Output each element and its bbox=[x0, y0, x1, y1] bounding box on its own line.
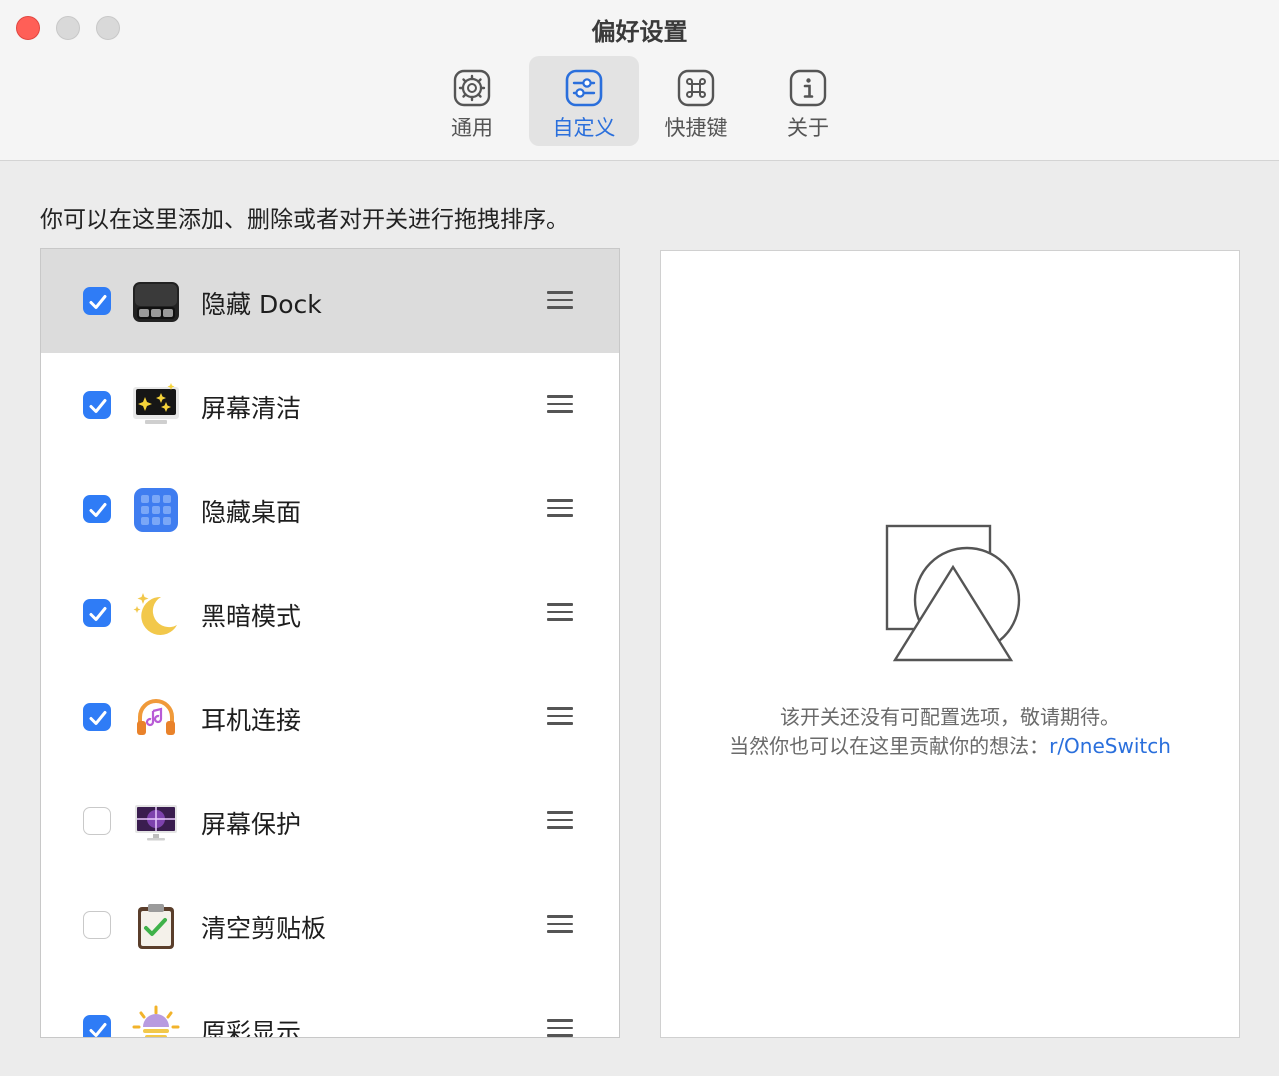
enable-checkbox[interactable] bbox=[83, 495, 111, 523]
switch-label: 隐藏 Dock bbox=[201, 290, 322, 319]
tab-general[interactable]: 通用 bbox=[417, 56, 527, 146]
detail-panel: 该开关还没有可配置选项，敬请期待。 当然你也可以在这里贡献你的想法：r/OneS… bbox=[660, 250, 1240, 1038]
command-icon bbox=[677, 69, 715, 107]
tab-customize[interactable]: 自定义 bbox=[529, 56, 639, 146]
enable-checkbox[interactable] bbox=[83, 911, 111, 939]
list-item[interactable]: 黑暗模式 bbox=[41, 561, 619, 665]
drag-handle-icon[interactable] bbox=[547, 603, 573, 623]
screen-clean-icon bbox=[133, 383, 179, 424]
tab-label: 通用 bbox=[451, 116, 493, 140]
drag-handle-icon[interactable] bbox=[547, 395, 573, 415]
switch-label: 屏幕保护 bbox=[201, 810, 302, 839]
detail-message-prefix: 当然你也可以在这里贡献你的想法： bbox=[729, 734, 1050, 758]
tab-label: 快捷键 bbox=[664, 116, 728, 140]
desktop-grid-icon bbox=[134, 488, 178, 532]
drag-handle-icon[interactable] bbox=[547, 291, 573, 311]
switch-label: 隐藏桌面 bbox=[201, 498, 302, 527]
detail-message: 该开关还没有可配置选项，敬请期待。 当然你也可以在这里贡献你的想法：r/OneS… bbox=[661, 703, 1239, 761]
list-item[interactable]: 原彩显示 bbox=[41, 977, 619, 1038]
drag-handle-icon[interactable] bbox=[547, 1019, 573, 1037]
drag-handle-icon[interactable] bbox=[547, 811, 573, 831]
list-item[interactable]: 隐藏 Dock bbox=[41, 249, 619, 353]
info-icon bbox=[789, 69, 827, 107]
enable-checkbox[interactable] bbox=[83, 599, 111, 627]
oneswitch-link[interactable]: r/OneSwitch bbox=[1049, 734, 1171, 758]
enable-checkbox[interactable] bbox=[83, 807, 111, 835]
screensaver-icon bbox=[135, 805, 177, 841]
drag-handle-icon[interactable] bbox=[547, 499, 573, 519]
list-item[interactable]: 隐藏桌面 bbox=[41, 457, 619, 561]
drag-handle-icon[interactable] bbox=[547, 915, 573, 935]
list-item[interactable]: 耳机连接 bbox=[41, 665, 619, 769]
window-title: 偏好设置 bbox=[591, 18, 688, 46]
enable-checkbox[interactable] bbox=[83, 391, 111, 419]
enable-checkbox[interactable] bbox=[83, 287, 111, 315]
list-item[interactable]: 清空剪贴板 bbox=[41, 873, 619, 977]
tab-shortcuts[interactable]: 快捷键 bbox=[641, 56, 751, 146]
list-item[interactable]: 屏幕清洁 bbox=[41, 353, 619, 457]
tab-label: 自定义 bbox=[552, 116, 616, 140]
switch-label: 屏幕清洁 bbox=[201, 394, 302, 423]
titlebar: 偏好设置 通用 自定义 快捷键 关于 bbox=[0, 0, 1279, 161]
tab-label: 关于 bbox=[787, 116, 829, 140]
switch-label: 黑暗模式 bbox=[201, 602, 302, 631]
dock-icon bbox=[133, 282, 179, 322]
shapes-placeholder-icon bbox=[885, 524, 1021, 662]
moon-icon bbox=[133, 593, 177, 635]
detail-message-line2: 当然你也可以在这里贡献你的想法：r/OneSwitch bbox=[661, 732, 1239, 761]
enable-checkbox[interactable] bbox=[83, 703, 111, 731]
drag-handle-icon[interactable] bbox=[547, 707, 573, 727]
switch-label: 耳机连接 bbox=[201, 706, 302, 735]
sliders-icon bbox=[565, 69, 603, 107]
gear-icon bbox=[453, 69, 491, 107]
detail-message-line1: 该开关还没有可配置选项，敬请期待。 bbox=[780, 705, 1120, 729]
headphones-icon bbox=[137, 699, 175, 735]
clipboard-icon bbox=[138, 904, 174, 949]
true-tone-icon bbox=[132, 1005, 180, 1037]
switch-label: 清空剪贴板 bbox=[201, 914, 327, 943]
tab-about[interactable]: 关于 bbox=[753, 56, 863, 146]
instruction-text: 你可以在这里添加、删除或者对开关进行拖拽排序。 bbox=[40, 207, 569, 233]
list-item[interactable]: 屏幕保护 bbox=[41, 769, 619, 873]
switch-list[interactable]: 隐藏 Dock 屏幕清洁 隐藏桌面 黑暗模式 耳机连接 屏幕保护 清空剪贴板 原… bbox=[40, 248, 620, 1038]
enable-checkbox[interactable] bbox=[83, 1015, 111, 1037]
switch-label: 原彩显示 bbox=[201, 1018, 302, 1038]
